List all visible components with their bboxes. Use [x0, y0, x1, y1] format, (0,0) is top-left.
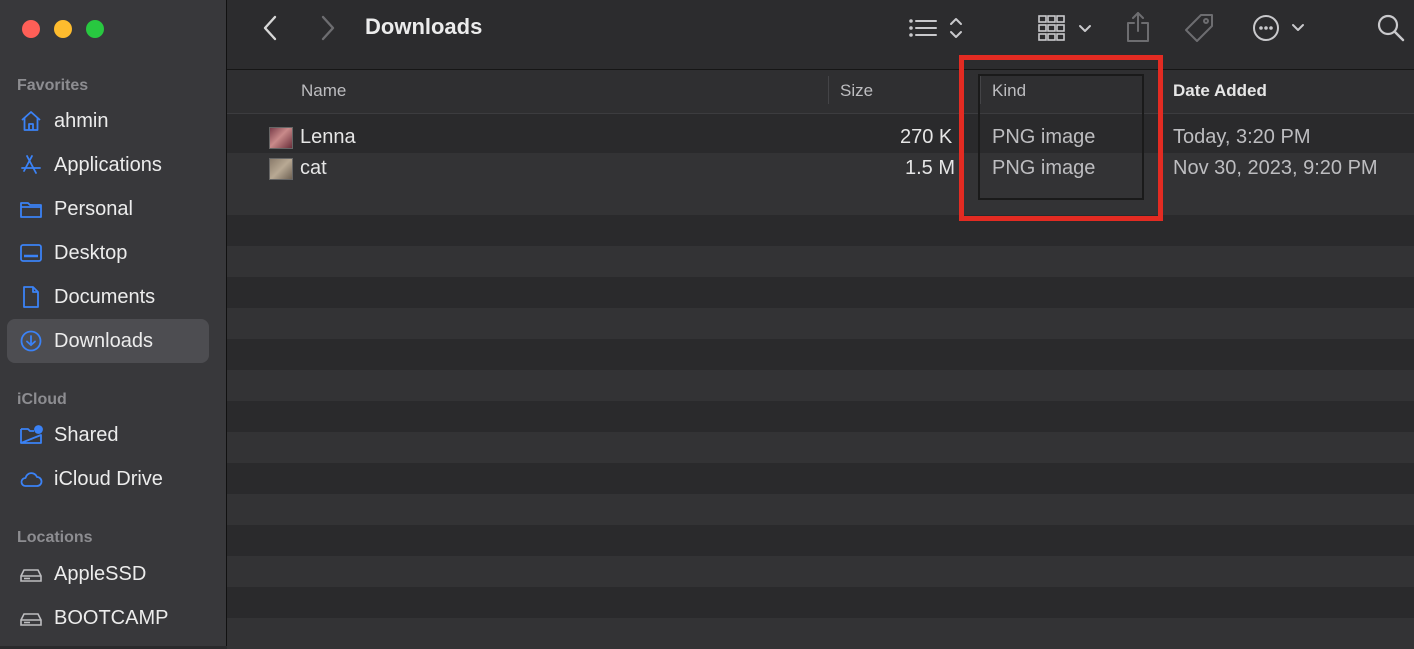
- column-header-size[interactable]: Size: [840, 81, 873, 101]
- column-header-date-added[interactable]: Date Added: [1173, 81, 1267, 101]
- share-button[interactable]: [1123, 10, 1153, 44]
- sidebar: Favorites ahmin Applications Personal De…: [0, 0, 227, 646]
- sidebar-item-desktop[interactable]: Desktop: [7, 231, 209, 275]
- tag-button[interactable]: [1182, 11, 1216, 45]
- home-icon: [19, 109, 43, 133]
- drive-icon: [19, 562, 43, 586]
- sidebar-item-label: Shared: [54, 423, 119, 446]
- back-button[interactable]: [257, 14, 283, 42]
- sidebar-item-label: Downloads: [54, 329, 153, 352]
- sidebar-item-downloads[interactable]: Downloads: [7, 319, 209, 363]
- zoom-window-button[interactable]: [86, 20, 104, 38]
- back-icon: [263, 15, 277, 41]
- minimize-window-button[interactable]: [54, 20, 72, 38]
- image-thumbnail: [269, 158, 293, 180]
- sidebar-item-label: AppleSSD: [54, 562, 147, 585]
- column-header: Name Size Kind Date Added: [227, 70, 1414, 114]
- sidebar-item-applications[interactable]: Applications: [7, 143, 209, 187]
- file-date-added: Nov 30, 2023, 9:20 PM: [1173, 157, 1378, 179]
- column-header-name[interactable]: Name: [301, 81, 346, 101]
- sidebar-item-documents[interactable]: Documents: [7, 275, 209, 319]
- applications-icon: [19, 153, 43, 177]
- sidebar-item-label: ahmin: [54, 109, 109, 132]
- sidebar-section-favorites: Favorites: [17, 77, 89, 94]
- sidebar-section-locations: Locations: [17, 529, 93, 546]
- folder-icon: [19, 197, 43, 221]
- sidebar-item-label: BOOTCAMP: [54, 606, 169, 629]
- more-icon: [1253, 15, 1304, 41]
- tag-icon: [1185, 14, 1213, 42]
- view-options-button[interactable]: [903, 12, 967, 44]
- toolbar: Downloads: [227, 0, 1414, 70]
- download-icon: [19, 329, 43, 353]
- highlight-inner-border: [978, 74, 1144, 200]
- drive-icon: [19, 606, 43, 630]
- close-window-button[interactable]: [22, 20, 40, 38]
- search-icon: [1377, 14, 1405, 42]
- sidebar-item-shared[interactable]: Shared: [7, 413, 209, 457]
- list-view-icon: [909, 18, 962, 38]
- file-date-added: Today, 3:20 PM: [1173, 126, 1311, 148]
- sidebar-item-bootcamp[interactable]: BOOTCAMP: [7, 596, 209, 640]
- file-name: Lenna: [300, 126, 356, 148]
- sidebar-item-label: Desktop: [54, 241, 128, 264]
- search-button[interactable]: [1375, 12, 1407, 44]
- sidebar-item-ahmin[interactable]: ahmin: [7, 99, 209, 143]
- sidebar-item-applessd[interactable]: AppleSSD: [7, 552, 209, 596]
- sidebar-item-icloud-drive[interactable]: iCloud Drive: [7, 457, 209, 501]
- group-icon: [1038, 15, 1091, 41]
- sidebar-item-label: iCloud Drive: [54, 467, 163, 490]
- sidebar-item-personal[interactable]: Personal: [7, 187, 209, 231]
- forward-button[interactable]: [315, 14, 341, 42]
- sidebar-item-label: Applications: [54, 153, 162, 176]
- window-title: Downloads: [365, 14, 483, 39]
- group-button[interactable]: [1035, 12, 1095, 44]
- share-icon: [1127, 12, 1149, 42]
- file-list: Lenna 270 K PNG image Today, 3:20 PM cat…: [227, 114, 1414, 649]
- table-row[interactable]: Lenna 270 K PNG image Today, 3:20 PM: [227, 122, 1414, 153]
- cloud-icon: [19, 467, 43, 491]
- sidebar-item-label: Documents: [54, 285, 156, 308]
- forward-icon: [321, 15, 335, 41]
- column-divider[interactable]: [828, 76, 829, 104]
- document-icon: [19, 285, 43, 309]
- file-size: 1.5 M: [905, 157, 956, 179]
- file-name: cat: [300, 157, 327, 179]
- file-size: 270 K: [900, 126, 953, 148]
- image-thumbnail: [269, 127, 293, 149]
- sidebar-item-label: Personal: [54, 197, 133, 220]
- shared-folder-icon: [19, 423, 43, 447]
- more-actions-button[interactable]: [1251, 11, 1307, 45]
- desktop-icon: [19, 241, 43, 265]
- table-row[interactable]: cat 1.5 M PNG image Nov 30, 2023, 9:20 P…: [227, 153, 1414, 184]
- sidebar-section-icloud: iCloud: [17, 391, 67, 408]
